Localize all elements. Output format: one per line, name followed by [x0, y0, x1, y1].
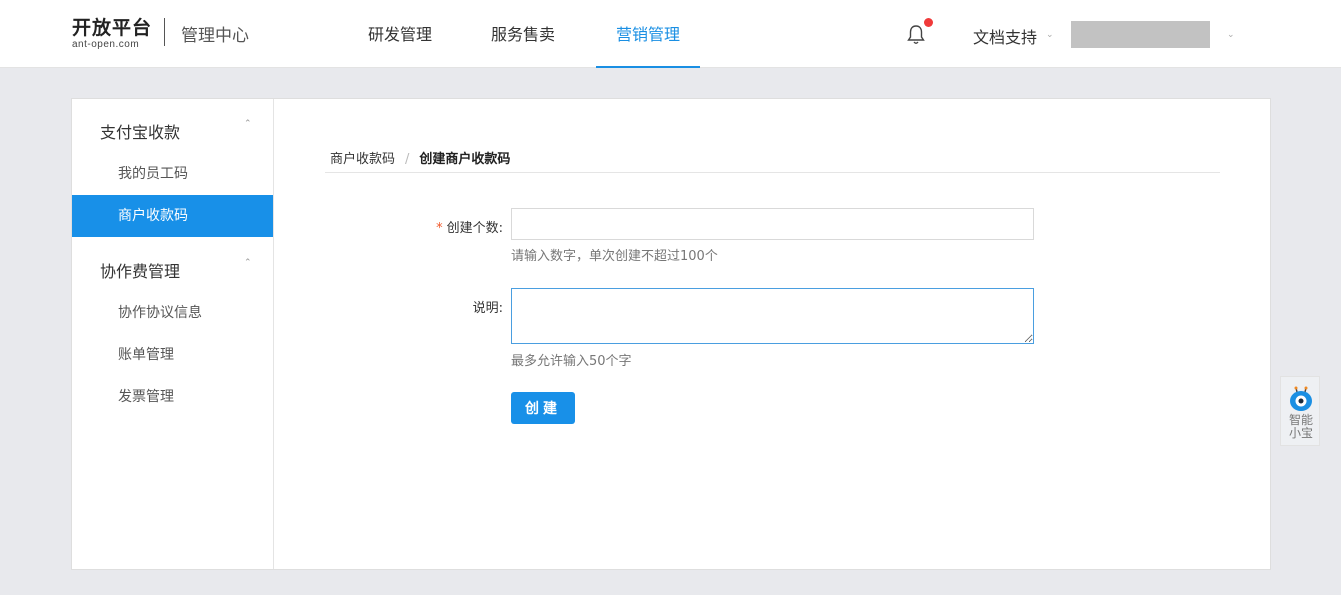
- count-input[interactable]: [511, 208, 1034, 240]
- top-header: 开放平台 ant-open.com 管理中心 研发管理 服务售卖 营销管理 文档…: [0, 0, 1341, 68]
- sidebar-item-employee-code[interactable]: 我的员工码: [72, 153, 273, 195]
- logo-domain: ant-open.com: [72, 39, 140, 50]
- logo-title: 开放平台: [72, 17, 153, 39]
- breadcrumb-separator: /: [405, 152, 410, 167]
- create-button[interactable]: 创建: [511, 392, 575, 424]
- robot-icon: [1290, 386, 1312, 411]
- chevron-down-icon: ⌄: [1227, 30, 1235, 40]
- bell-icon[interactable]: [906, 24, 926, 46]
- sidebar-group-alipay-collection[interactable]: 支付宝收款: [100, 119, 180, 143]
- nav-active-underline: [596, 66, 700, 68]
- sidebar-item-invoice-management[interactable]: 发票管理: [72, 376, 273, 418]
- chevron-up-icon[interactable]: ⌃: [244, 119, 252, 129]
- breadcrumb: 商户收款码 / 创建商户收款码: [330, 148, 510, 167]
- nav-tab-rd-management[interactable]: 研发管理: [368, 0, 432, 68]
- docs-support-menu[interactable]: 文档支持: [973, 24, 1037, 48]
- notification-dot: [924, 18, 933, 27]
- description-textarea[interactable]: [511, 288, 1034, 344]
- nav-tab-service-sales[interactable]: 服务售卖: [491, 0, 555, 68]
- sidebar-item-bill-management[interactable]: 账单管理: [72, 334, 273, 376]
- breadcrumb-divider: [325, 172, 1220, 173]
- description-label: 说明:: [472, 301, 503, 316]
- sidebar-group-collab-fee[interactable]: 协作费管理: [100, 258, 180, 282]
- breadcrumb-current: 创建商户收款码: [419, 152, 511, 167]
- logo[interactable]: 开放平台 ant-open.com: [72, 17, 152, 51]
- assistant-label: 智能 小宝: [1288, 413, 1313, 440]
- required-mark: *: [436, 221, 443, 236]
- sidebar: 支付宝收款 ⌃ 我的员工码 商户收款码 协作费管理 ⌃ 协作协议信息 账单管理 …: [72, 99, 274, 569]
- logo-divider: [164, 18, 165, 46]
- main-panel: 支付宝收款 ⌃ 我的员工码 商户收款码 协作费管理 ⌃ 协作协议信息 账单管理 …: [71, 98, 1271, 570]
- chevron-down-icon: ⌄: [1046, 30, 1054, 40]
- breadcrumb-parent[interactable]: 商户收款码: [330, 152, 395, 167]
- user-account-placeholder[interactable]: [1071, 21, 1210, 48]
- smart-assistant-widget[interactable]: 智能 小宝: [1280, 376, 1320, 446]
- nav-tab-marketing-management[interactable]: 营销管理: [616, 0, 680, 68]
- sidebar-item-merchant-code[interactable]: 商户收款码: [72, 195, 273, 237]
- description-hint: 最多允许输入50个字: [511, 354, 632, 369]
- sidebar-item-collab-agreement[interactable]: 协作协议信息: [72, 292, 273, 334]
- count-hint: 请输入数字，单次创建不超过100个: [511, 249, 718, 264]
- chevron-up-icon[interactable]: ⌃: [244, 258, 252, 268]
- count-label: * 创建个数:: [436, 221, 503, 236]
- management-center-title: 管理中心: [181, 26, 249, 46]
- content-area: 商户收款码 / 创建商户收款码 * 创建个数: 请输入数字，单次创建不超过100个 说…: [275, 99, 1270, 569]
